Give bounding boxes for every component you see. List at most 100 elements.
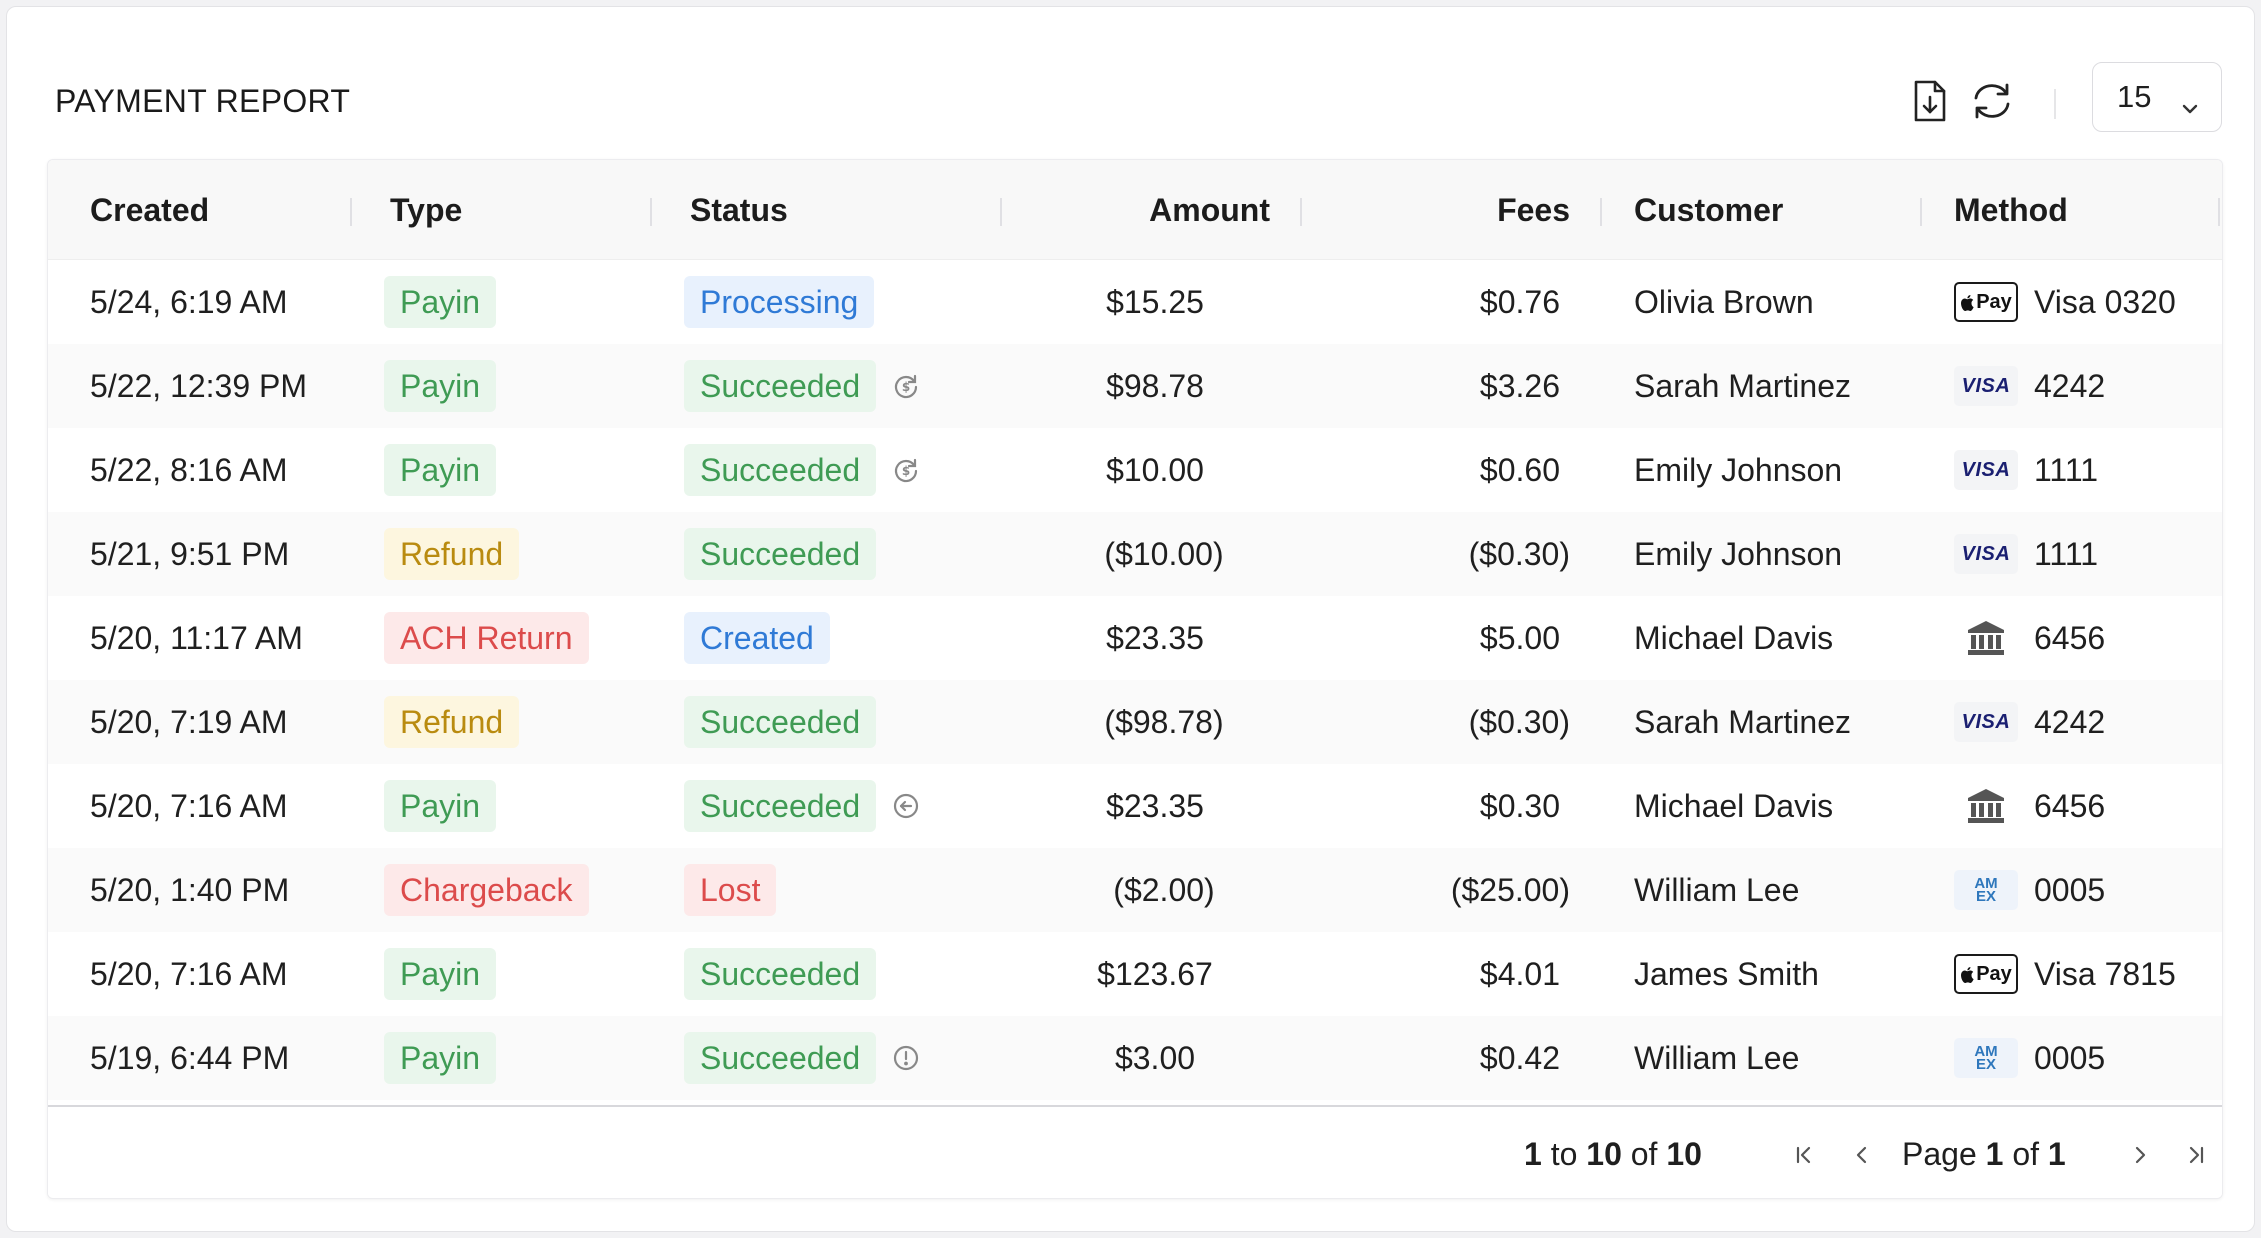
status-badge: Processing <box>684 276 875 328</box>
column-resize-handle[interactable] <box>350 198 352 226</box>
method-cell: Pay Visa 0320 <box>1954 260 2176 344</box>
status-badge: Succeeded <box>684 444 877 496</box>
bank-icon <box>1954 618 2018 658</box>
column-header-amount[interactable]: Amount <box>1040 160 1270 260</box>
column-header-fees[interactable]: Fees <box>1340 160 1570 260</box>
created-cell: 5/20, 7:19 AM <box>90 703 288 740</box>
type-badge: Payin <box>384 1032 497 1084</box>
fees-cell: ($0.30) <box>1468 703 1570 740</box>
status-cell: Succeeded <box>684 512 877 596</box>
created-cell: 5/20, 7:16 AM <box>90 787 288 824</box>
type-cell: Payin <box>384 260 497 344</box>
refund-cycle-icon[interactable]: $ <box>892 456 920 489</box>
type-cell: ACH Return <box>384 596 589 680</box>
method-label: Visa 0320 <box>2034 283 2176 320</box>
column-resize-handle[interactable] <box>650 198 652 226</box>
method-label: 1111 <box>2034 451 2099 488</box>
column-header-type[interactable]: Type <box>390 160 462 260</box>
method-cell: Pay Visa 7815 <box>1954 932 2176 1016</box>
column-resize-handle[interactable] <box>1300 198 1302 226</box>
status-cell: Processing <box>684 260 875 344</box>
method-label: 0005 <box>2034 1039 2106 1076</box>
created-cell: 5/22, 8:16 AM <box>90 451 288 488</box>
column-header-customer[interactable]: Customer <box>1634 160 1783 260</box>
method-cell: AM EX 0005 <box>1954 1016 2105 1100</box>
status-badge: Created <box>684 612 830 664</box>
status-badge: Lost <box>684 864 777 916</box>
visa-icon: VISA <box>1954 450 2018 490</box>
type-cell: Payin <box>384 1016 497 1100</box>
type-cell: Payin <box>384 764 497 848</box>
last-page-icon[interactable] <box>2178 1137 2214 1173</box>
method-cell: VISA 4242 <box>1954 680 2105 764</box>
type-badge: Payin <box>384 276 497 328</box>
table-row[interactable]: 5/21, 9:51 PM Refund Succeeded ($10.00) ($0.… <box>48 512 2222 596</box>
refresh-icon[interactable] <box>1969 75 2015 127</box>
table-row[interactable]: 5/20, 7:19 AM Refund Succeeded ($98.78) ($0.… <box>48 680 2222 764</box>
visa-icon: VISA <box>1954 534 2018 574</box>
svg-text:$: $ <box>902 464 910 478</box>
refund-cycle-icon[interactable]: $ <box>892 372 920 405</box>
toolbar-divider <box>2054 89 2056 119</box>
next-page-icon[interactable] <box>2122 1137 2158 1173</box>
chevron-down-icon <box>2181 87 2199 123</box>
amount-cell: $3.00 <box>1114 1039 1196 1076</box>
fees-cell: $0.60 <box>1479 451 1560 488</box>
table-row[interactable]: 5/22, 12:39 PM Payin Succeeded $ $98.78 $3.26… <box>48 344 2222 428</box>
column-resize-handle[interactable] <box>1920 198 1922 226</box>
amount-cell: $15.25 <box>1106 283 1204 320</box>
column-header-method[interactable]: Method <box>1954 160 2068 260</box>
amount-cell: ($10.00) <box>1104 535 1224 572</box>
status-badge: Succeeded <box>684 948 877 1000</box>
previous-page-icon[interactable] <box>1844 1137 1880 1173</box>
amount-cell: $98.78 <box>1106 367 1204 404</box>
fees-cell: $0.30 <box>1479 787 1560 824</box>
amount-cell: $123.67 <box>1097 955 1213 992</box>
column-resize-handle[interactable] <box>2218 198 2220 226</box>
type-cell: Payin <box>384 344 497 428</box>
bank-icon <box>1954 786 2018 826</box>
created-cell: 5/20, 7:16 AM <box>90 955 288 992</box>
amount-cell: ($98.78) <box>1104 703 1224 740</box>
pagination-bar: 1 to 10 of 10 Page 1 of 1 <box>48 1105 2222 1198</box>
table-row[interactable]: 5/20, 7:16 AM Payin Succeeded $23.35 $0.30 Mi… <box>48 764 2222 848</box>
column-resize-handle[interactable] <box>1600 198 1602 226</box>
table-row[interactable]: 5/19, 6:44 PM Payin Succeeded $3.00 $0.42 Wil… <box>48 1016 2222 1100</box>
customer-cell: Sarah Martinez <box>1634 367 1851 404</box>
customer-cell: Michael Davis <box>1634 619 1834 656</box>
type-cell: Refund <box>384 680 520 764</box>
column-header-status[interactable]: Status <box>690 160 788 260</box>
table-row[interactable]: 5/24, 6:19 AM Payin Processing $15.25 $0.76 O… <box>48 260 2222 344</box>
type-cell: Payin <box>384 932 497 1016</box>
fees-cell: ($0.30) <box>1468 535 1570 572</box>
method-cell: VISA 1111 <box>1954 428 2098 512</box>
return-arrow-icon[interactable] <box>892 792 920 825</box>
type-cell: Chargeback <box>384 848 589 932</box>
table-row[interactable]: 5/20, 11:17 AM ACH Return Created $23.35 $5.… <box>48 596 2222 680</box>
method-label: 1111 <box>2034 535 2099 572</box>
file-download-icon[interactable] <box>1907 75 1953 127</box>
method-label: 6456 <box>2034 787 2106 824</box>
svg-text:$: $ <box>902 380 910 394</box>
status-badge: Succeeded <box>684 780 877 832</box>
first-page-icon[interactable] <box>1786 1137 1822 1173</box>
method-cell: 6456 <box>1954 764 2105 848</box>
table-row[interactable]: 5/22, 8:16 AM Payin Succeeded $ $10.00 $0.60 E… <box>48 428 2222 512</box>
status-cell: Created <box>684 596 830 680</box>
page-size-select[interactable]: 15 <box>2092 62 2222 132</box>
customer-cell: Emily Johnson <box>1634 535 1843 572</box>
column-header-created[interactable]: Created <box>90 160 209 260</box>
table-row[interactable]: 5/20, 7:16 AM Payin Succeeded $123.67 $4.01 J… <box>48 932 2222 1016</box>
visa-icon: VISA <box>1954 366 2018 406</box>
alert-circle-icon[interactable] <box>892 1044 920 1077</box>
table-row[interactable]: 5/20, 1:40 PM Chargeback Lost ($2.00) ($25.0… <box>48 848 2222 932</box>
method-cell: VISA 1111 <box>1954 512 2098 596</box>
status-badge: Succeeded <box>684 528 877 580</box>
payment-table: Created Type Status Amount Fees Customer… <box>47 159 2223 1199</box>
column-resize-handle[interactable] <box>1000 198 1002 226</box>
amount-cell: ($2.00) <box>1113 871 1215 908</box>
created-cell: 5/20, 11:17 AM <box>90 619 303 656</box>
payment-report-card: PAYMENT REPORT 15 Created Type Status Am… <box>6 6 2255 1232</box>
method-cell: VISA 4242 <box>1954 344 2105 428</box>
fees-cell: $5.00 <box>1479 619 1560 656</box>
